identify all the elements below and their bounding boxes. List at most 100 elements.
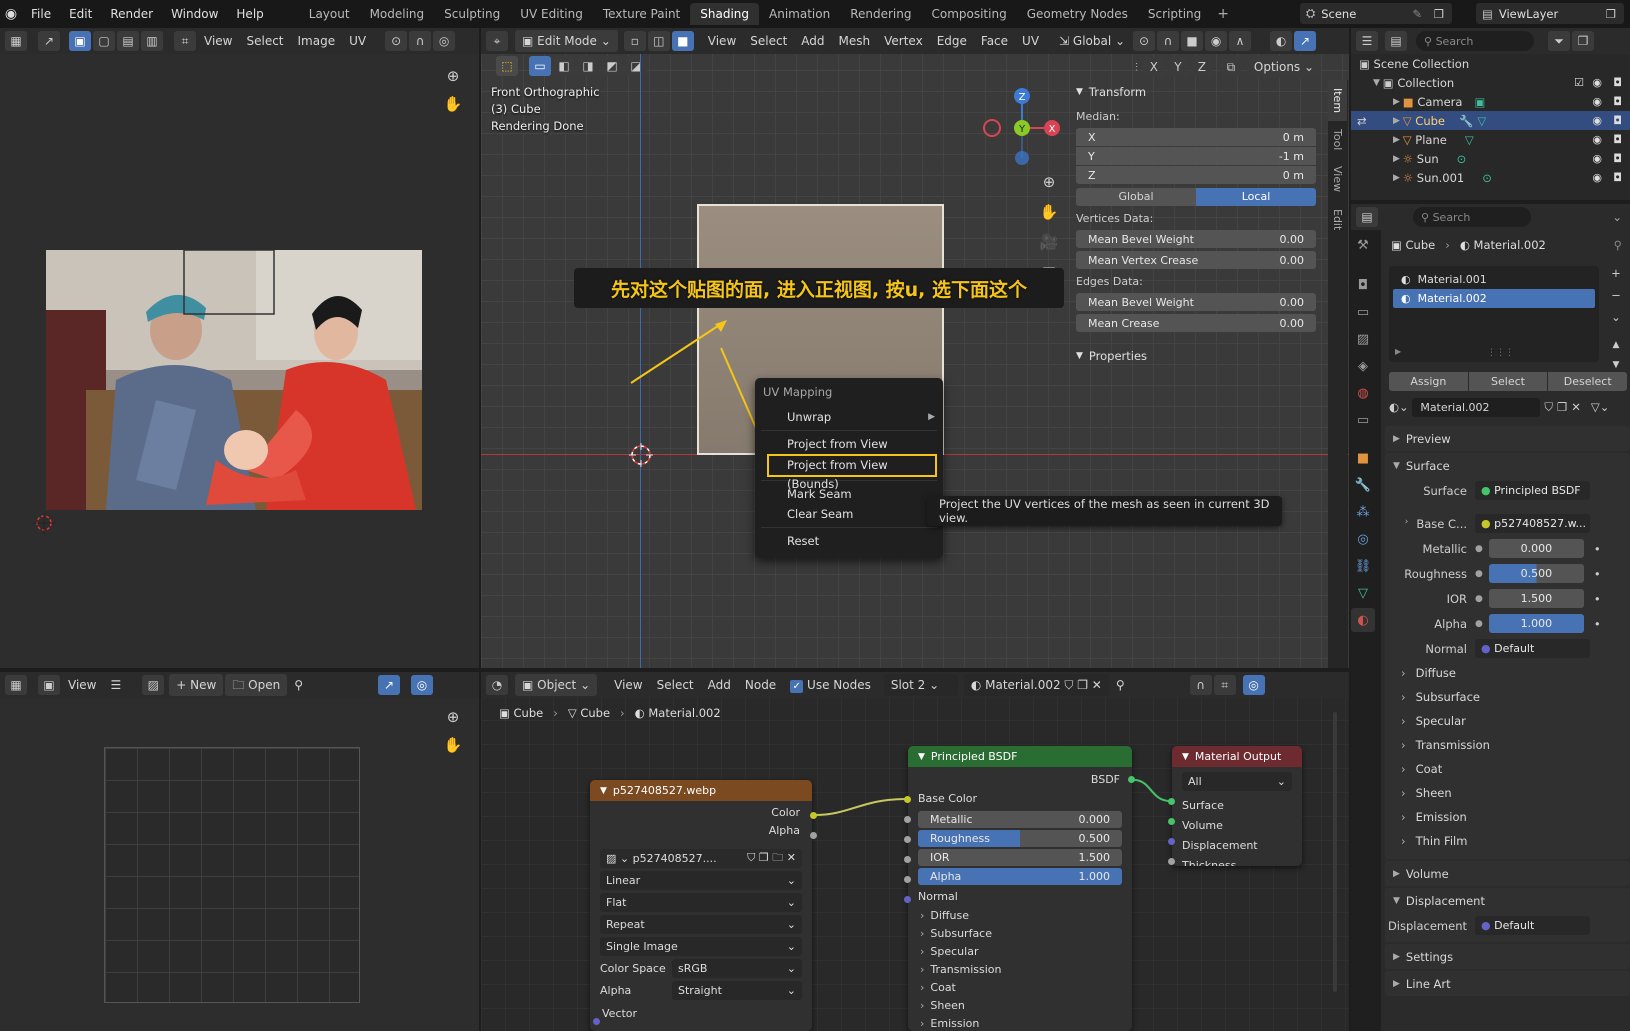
surface-subsection-transmission[interactable]: › Transmission [1385, 733, 1630, 757]
tab-animation[interactable]: Animation [759, 3, 840, 25]
object-tab-icon[interactable]: ■ [1351, 446, 1375, 470]
sticky-select-icon[interactable]: ⌗ [174, 31, 196, 51]
mean-bevel-weight-vertex[interactable]: Mean Bevel Weight 0.00 [1076, 230, 1316, 248]
editor-type-icon[interactable]: ▦ [5, 675, 27, 695]
menu-hamburger-icon[interactable]: ☰ [103, 674, 128, 696]
tree-item-sun[interactable]: ▶ ☼ Sun ⊙ ◉ ◘ [1351, 149, 1630, 168]
mean-vertex-crease[interactable]: Mean Vertex Crease 0.00 [1076, 251, 1316, 269]
tab-view[interactable]: View [1328, 158, 1347, 200]
mean-bevel-weight-edge[interactable]: Mean Bevel Weight 0.00 [1076, 293, 1316, 311]
pan-hand-icon[interactable]: ✋ [440, 732, 466, 758]
surface-subsection-specular[interactable]: › Specular [1385, 709, 1630, 733]
output-node-header[interactable]: ▼ Material Output [1172, 746, 1302, 767]
surface-subsection-sheen[interactable]: › Sheen [1385, 781, 1630, 805]
select-button[interactable]: Select [1468, 372, 1548, 391]
overlay-toggle-icon[interactable]: ◎ [411, 675, 433, 695]
alpha-output-socket[interactable] [810, 832, 817, 839]
tab-edit[interactable]: Edit [1328, 201, 1347, 238]
editor-type-icon[interactable]: ▤ [1356, 207, 1378, 227]
interpolation-dropdown[interactable]: Linear ⌄ [600, 871, 802, 890]
view-mode-icon[interactable]: ▣ [38, 675, 60, 695]
move-up-icon[interactable]: ▲ [1605, 340, 1627, 360]
pin-icon[interactable]: ⚲ [287, 674, 310, 696]
output-tab-icon[interactable]: ▭ [1351, 300, 1375, 324]
add-workspace-icon[interactable]: + [1211, 6, 1235, 22]
tab-layout[interactable]: Layout [299, 3, 360, 25]
keyframe-dot-icon[interactable]: • [1594, 617, 1601, 631]
surface-subsection-subsurface[interactable]: › Subsurface [1385, 685, 1630, 709]
select-mode-face-icon[interactable]: ▤ [117, 31, 139, 51]
volume-input-socket[interactable] [1168, 818, 1175, 825]
image-node-header[interactable]: ▼ p527408527.webp [590, 780, 812, 801]
settings-section[interactable]: ▶ Settings [1385, 944, 1630, 969]
bsdf-subsection-subsurface[interactable]: › Subsurface [908, 925, 1132, 943]
eye-icon[interactable]: ◉ [1592, 114, 1602, 127]
bsdf-node-header[interactable]: ▼ Principled BSDF [908, 746, 1132, 767]
view-layer-selector[interactable]: ▤ ViewLayer ❐ [1476, 3, 1624, 24]
surface-subsection-thin-film[interactable]: › Thin Film [1385, 829, 1630, 853]
select-mode-island-icon[interactable]: ▥ [141, 31, 163, 51]
roughness-slider[interactable]: 0.500 [1488, 564, 1584, 583]
median-y-field[interactable]: Y -1 m [1076, 147, 1316, 165]
color-output-socket[interactable] [810, 812, 817, 819]
unlink-icon[interactable]: ✕ [1571, 400, 1581, 414]
displacement-field[interactable]: ● Default [1475, 916, 1590, 935]
tab-scripting[interactable]: Scripting [1138, 3, 1211, 25]
line-art-section[interactable]: ▶ Line Art [1385, 971, 1630, 996]
camera-render-icon[interactable]: ◘ [1613, 133, 1622, 146]
global-toggle[interactable]: Global [1076, 188, 1196, 206]
tab-texture-paint[interactable]: Texture Paint [593, 3, 690, 25]
menu-file[interactable]: File [22, 1, 60, 27]
tab-rendering[interactable]: Rendering [840, 3, 921, 25]
slot-material-002[interactable]: ◐ Material.002 [1393, 289, 1595, 308]
particles-tab-icon[interactable]: ⁂ [1351, 500, 1375, 524]
edit-mode-icon[interactable]: ⇄ [1357, 114, 1367, 128]
tab-sculpting[interactable]: Sculpting [434, 3, 510, 25]
bsdf-subsection-sheen[interactable]: › Sheen [908, 997, 1132, 1015]
keyframe-dot-icon[interactable]: • [1594, 567, 1601, 581]
scene-tab-icon[interactable]: ◈ [1351, 354, 1375, 378]
vector-input-socket[interactable] [593, 1018, 600, 1025]
image-browse-icon[interactable]: ▨ [142, 675, 165, 695]
menu-item-mark-seam[interactable]: Mark Seam [755, 484, 943, 504]
keyframe-dot-icon[interactable]: • [1594, 542, 1601, 556]
image-actions-icons[interactable]: ⛉ ❐ 🗀 ✕ [747, 849, 796, 868]
surface-subsection-emission[interactable]: › Emission [1385, 805, 1630, 829]
menu-view[interactable]: View [61, 674, 103, 696]
snap-icon[interactable]: ∩ [409, 31, 432, 51]
normal-input-socket[interactable] [904, 896, 911, 903]
tree-item-collection[interactable]: ▼ ▣ Collection ☑ ◉ ◘ [1351, 73, 1630, 92]
thickness-input-socket[interactable] [1168, 858, 1175, 865]
metallic-input-socket[interactable] [904, 816, 911, 823]
new-scene-icon[interactable]: ❐ [1434, 7, 1444, 21]
image-datablock-selector[interactable]: ▨ ⌄ p527408527.... ⛉ ❐ 🗀 ✕ [600, 849, 802, 868]
fake-user-icon[interactable]: ⛉ [1544, 400, 1553, 415]
tree-item-cube[interactable]: ⇄ ▶ ▽ Cube 🔧 ▽ ◉ ◘ [1351, 111, 1630, 130]
material-tab-icon[interactable]: ◐ [1351, 608, 1375, 632]
eye-icon[interactable]: ◉ [1592, 95, 1602, 108]
link-type-icon[interactable]: ▽⌄ [1591, 400, 1609, 414]
displacement-section-header[interactable]: ▼ Displacement [1385, 888, 1630, 913]
surface-subsection-diffuse[interactable]: › Diffuse [1385, 661, 1630, 685]
properties-header[interactable]: ▼ Properties [1076, 344, 1316, 368]
render-tab-icon[interactable]: ◘ [1351, 273, 1375, 297]
camera-render-icon[interactable]: ◘ [1613, 152, 1622, 165]
zoom-icon[interactable]: ⊕ [440, 63, 466, 89]
base-color-input-socket[interactable] [904, 796, 911, 803]
mode-icon[interactable]: ↗ [38, 31, 60, 51]
menu-item-project-from-view[interactable]: Project from View [755, 434, 943, 454]
chevron-down-icon[interactable]: ⌄ [1612, 210, 1622, 224]
collection-tab-icon[interactable]: ▭ [1351, 408, 1375, 432]
eye-icon[interactable]: ◉ [1592, 133, 1602, 146]
world-tab-icon[interactable]: ◍ [1351, 381, 1375, 405]
volume-section[interactable]: ▶ Volume [1385, 861, 1630, 886]
ior-field[interactable]: IOR 1.500 [918, 849, 1122, 866]
alpha-mode-dropdown[interactable]: Straight ⌄ [672, 981, 802, 1000]
eye-icon[interactable]: ◉ [1592, 76, 1602, 89]
gizmo-toggle-icon[interactable]: ↗ [378, 675, 400, 695]
ior-slider[interactable]: 1.500 [1488, 589, 1584, 608]
assign-button[interactable]: Assign [1389, 372, 1468, 391]
physics-tab-icon[interactable]: ◎ [1351, 527, 1375, 551]
outliner-search-input[interactable]: ⚲ Search [1416, 31, 1534, 51]
keyframe-dot-icon[interactable]: • [1594, 592, 1601, 606]
